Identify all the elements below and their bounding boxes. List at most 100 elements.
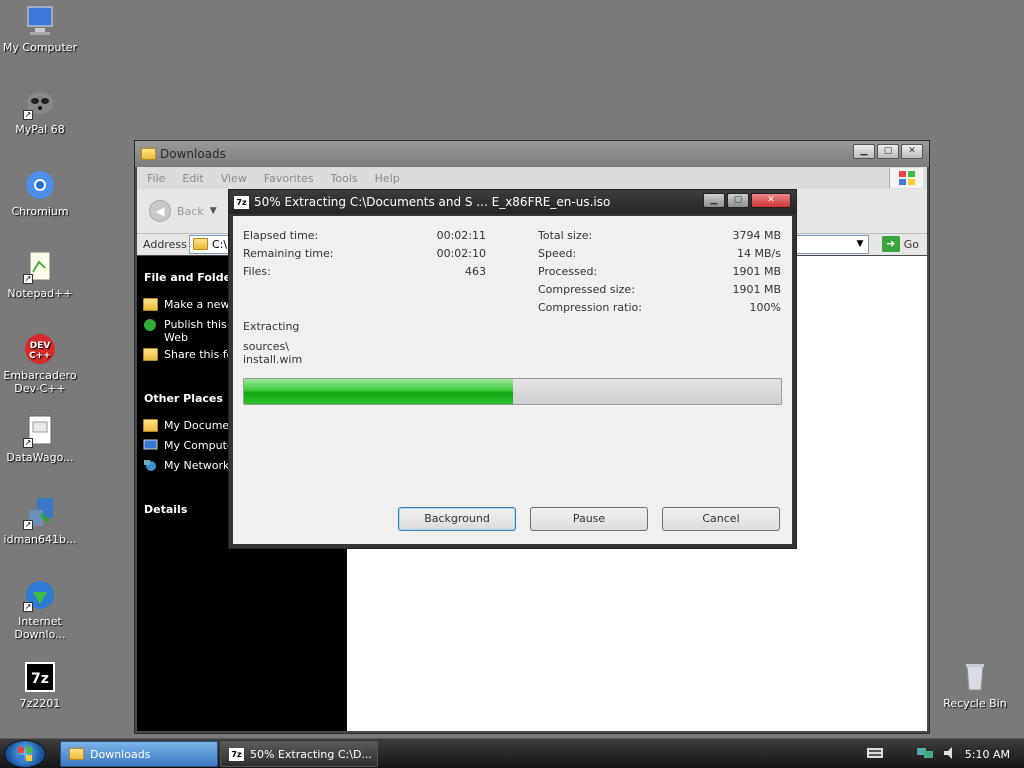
- task-share-folder[interactable]: Share this fo: [143, 348, 233, 361]
- stat-value: 1901 MB: [732, 283, 781, 296]
- svg-text:7z: 7z: [31, 671, 49, 687]
- back-label: Back: [177, 204, 204, 218]
- desktop-icon-chromium[interactable]: Chromium: [0, 168, 80, 218]
- explorer-title: Downloads: [160, 147, 226, 161]
- desktop-icon-label: 7z2201: [19, 697, 61, 710]
- stat-value: 463: [465, 265, 486, 278]
- place-label: My Network: [164, 459, 230, 472]
- 7zip-icon: 7z: [23, 660, 57, 694]
- taskbar: Downloads 7z 50% Extracting C:\D... 5:10…: [0, 738, 1024, 768]
- stat-label: Compressed size:: [538, 283, 635, 296]
- chevron-down-icon[interactable]: ▼: [852, 236, 868, 253]
- maximize-button[interactable]: ▢: [877, 144, 899, 159]
- shortcut-arrow-icon: ↗: [23, 438, 33, 448]
- new-folder-icon: [143, 298, 158, 311]
- desktop-icon-label: Internet Downlo...: [14, 615, 66, 641]
- publish-web-icon: [143, 318, 158, 331]
- stat-label: Speed:: [538, 247, 577, 260]
- desktop-icon-idman[interactable]: ↗ idman641b...: [0, 496, 80, 546]
- idman-icon: ↗: [23, 496, 57, 530]
- shortcut-arrow-icon: ↗: [23, 274, 33, 284]
- my-documents-icon: [143, 419, 158, 432]
- place-my-documents[interactable]: My Documen: [143, 419, 236, 432]
- stat-value: 1901 MB: [732, 265, 781, 278]
- system-tray: 5:10 AM: [866, 739, 1024, 768]
- stat-label: Processed:: [538, 265, 598, 278]
- taskbar-item-downloads[interactable]: Downloads: [60, 741, 218, 767]
- desktop-icon-mypal[interactable]: ↗ MyPal 68: [0, 86, 80, 136]
- details-title[interactable]: Details: [137, 503, 194, 516]
- place-my-computer[interactable]: My Compute: [143, 439, 234, 452]
- go-arrow-icon: ➜: [881, 236, 900, 252]
- computer-icon: [143, 439, 158, 452]
- idm-icon: ↗: [23, 578, 57, 612]
- go-label: Go: [903, 237, 919, 251]
- address-label: Address: [143, 238, 187, 251]
- current-path: sources\: [243, 340, 289, 353]
- chevron-down-icon[interactable]: ▼: [210, 206, 217, 216]
- desktop-icon-datawago[interactable]: ↗ DataWago...: [0, 414, 80, 464]
- dialog-titlebar[interactable]: 7z 50% Extracting C:\Documents and S ...…: [229, 190, 796, 214]
- notepadpp-icon: ↗: [23, 250, 57, 284]
- minimize-button[interactable]: ▁: [853, 144, 875, 159]
- address-value: C:\: [212, 238, 228, 251]
- maximize-button[interactable]: ▢: [727, 193, 749, 208]
- taskbar-item-extracting[interactable]: 7z 50% Extracting C:\D...: [220, 741, 378, 767]
- shortcut-arrow-icon: ↗: [23, 110, 33, 120]
- back-button[interactable]: ◀ Back ▼: [149, 200, 217, 222]
- menu-help[interactable]: Help: [375, 172, 400, 185]
- desktop-icon-recycle-bin[interactable]: Recycle Bin: [935, 660, 1015, 710]
- stat-processed: Processed: 1901 MB: [538, 265, 781, 281]
- dialog-title: 50% Extracting C:\Documents and S ... E_…: [254, 195, 611, 209]
- place-my-network[interactable]: My Network: [143, 459, 229, 472]
- 7zip-icon: 7z: [229, 747, 244, 761]
- desktop-icon-devcpp[interactable]: DEV C++ Embarcadero Dev-C++: [0, 332, 80, 395]
- shortcut-arrow-icon: ↗: [23, 602, 33, 612]
- network-tray-icon[interactable]: [916, 746, 933, 763]
- 7zip-icon: 7z: [234, 195, 249, 209]
- speaker-icon[interactable]: [943, 746, 955, 763]
- cancel-button[interactable]: Cancel: [662, 507, 780, 531]
- menu-file[interactable]: File: [147, 172, 165, 185]
- stat-remaining-time: Remaining time: 00:02:10: [243, 247, 486, 263]
- share-folder-icon: [143, 348, 158, 361]
- stat-label: Remaining time:: [243, 247, 334, 260]
- close-button[interactable]: ✕: [751, 193, 791, 208]
- computer-icon: [23, 4, 57, 38]
- extract-progress-dialog[interactable]: 7z 50% Extracting C:\Documents and S ...…: [228, 189, 797, 549]
- pause-button[interactable]: Pause: [530, 507, 648, 531]
- desktop-icon-my-computer[interactable]: My Computer: [0, 4, 80, 54]
- folder-icon: [69, 748, 84, 760]
- taskbar-item-label: Downloads: [90, 747, 151, 761]
- start-button[interactable]: [4, 740, 46, 768]
- background-button[interactable]: Background: [398, 507, 516, 531]
- folder-icon: [141, 148, 156, 160]
- task-label: Share this fo: [164, 348, 234, 361]
- task-make-new-folder[interactable]: Make a new: [143, 298, 229, 311]
- network-icon: [143, 459, 158, 472]
- status-label: Extracting: [243, 320, 300, 333]
- desktop-icon-notepadpp[interactable]: ↗ Notepad++: [0, 250, 80, 300]
- stat-value: 3794 MB: [732, 229, 781, 242]
- back-arrow-icon: ◀: [149, 200, 171, 222]
- stat-total-size: Total size: 3794 MB: [538, 229, 781, 245]
- desktop-icon-idm[interactable]: ↗ Internet Downlo...: [0, 578, 80, 641]
- menu-view[interactable]: View: [221, 172, 247, 185]
- devcpp-icon: DEV C++: [23, 332, 57, 366]
- desktop-icon-label: Embarcadero Dev-C++: [3, 369, 77, 395]
- keyboard-icon[interactable]: [866, 747, 883, 761]
- menu-edit[interactable]: Edit: [182, 172, 203, 185]
- menu-tools[interactable]: Tools: [331, 172, 358, 185]
- explorer-titlebar[interactable]: Downloads ▁ ▢ ✕: [135, 141, 929, 167]
- go-button[interactable]: ➜ Go: [881, 236, 919, 252]
- other-places-title[interactable]: Other Places: [137, 392, 230, 405]
- close-button[interactable]: ✕: [901, 144, 923, 159]
- clock[interactable]: 5:10 AM: [965, 748, 1010, 761]
- place-label: My Compute: [164, 439, 234, 452]
- desktop-icon-7z[interactable]: 7z 7z2201: [0, 660, 80, 710]
- minimize-button[interactable]: ▁: [703, 193, 725, 208]
- place-label: My Documen: [164, 419, 237, 432]
- menu-favorites[interactable]: Favorites: [264, 172, 314, 185]
- task-publish-web[interactable]: Publish this Web: [143, 318, 239, 344]
- svg-text:DEV: DEV: [30, 341, 51, 351]
